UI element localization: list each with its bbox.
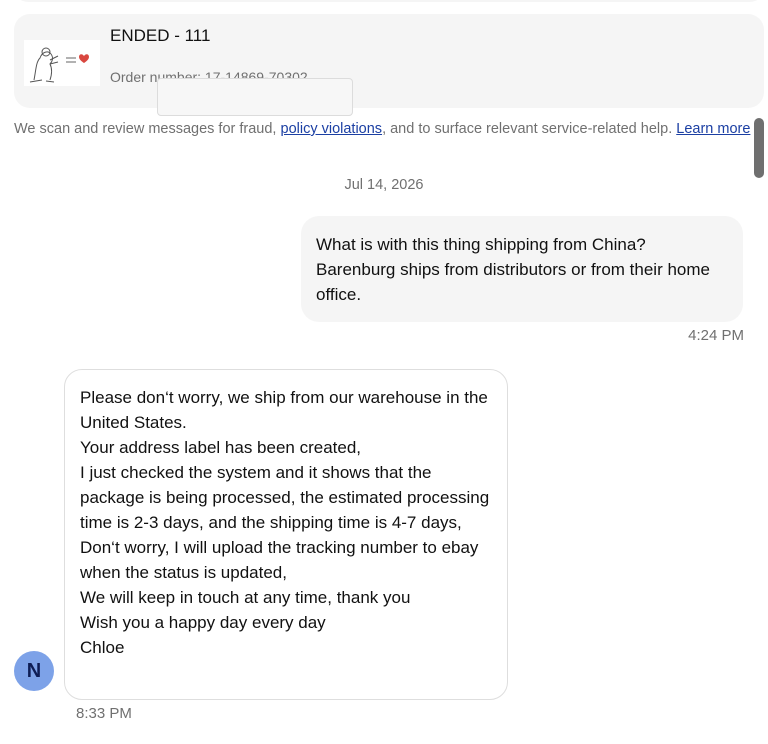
message-line: Barenburg ships from distributors or fro… xyxy=(316,260,710,304)
sender-avatar[interactable]: N xyxy=(14,651,54,691)
policy-violations-link[interactable]: policy violations xyxy=(281,121,383,137)
scrollbar-thumb[interactable] xyxy=(754,118,764,178)
message-line: What is with this thing shipping from Ch… xyxy=(316,235,646,254)
message-line: I just checked the system and it shows t… xyxy=(80,463,490,532)
message-line: We will keep in touch at any time, thank… xyxy=(80,588,411,607)
order-popup-box xyxy=(157,78,353,116)
order-card[interactable]: ENDED - 111 Order number: 17-14869-70302 xyxy=(14,14,764,116)
notice-text-middle: , and to surface relevant service-relate… xyxy=(382,121,677,137)
order-title: ENDED - 111 xyxy=(110,26,211,45)
message-line: Wish you a happy day every day xyxy=(80,613,326,632)
learn-more-link[interactable]: Learn more xyxy=(676,121,750,137)
outgoing-message-bubble: What is with this thing shipping from Ch… xyxy=(301,216,743,322)
message-line: Please don‘t worry, we ship from our war… xyxy=(80,388,488,432)
notice-text-before: We scan and review messages for fraud, xyxy=(14,121,281,137)
outgoing-message-time: 4:24 PM xyxy=(688,327,744,344)
incoming-message-time: 8:33 PM xyxy=(76,705,132,722)
message-line: Your address label has been created, xyxy=(80,438,362,457)
date-separator: Jul 14, 2026 xyxy=(344,177,424,193)
item-thumbnail[interactable] xyxy=(24,40,100,86)
message-line: Chloe xyxy=(80,638,125,657)
incoming-message-bubble: Please don‘t worry, we ship from our war… xyxy=(64,369,508,700)
item-thumbnail-image xyxy=(29,47,89,83)
previous-card-edge xyxy=(14,0,764,2)
scan-notice: We scan and review messages for fraud, p… xyxy=(14,119,754,139)
message-line: Don‘t worry, I will upload the tracking … xyxy=(80,538,479,582)
